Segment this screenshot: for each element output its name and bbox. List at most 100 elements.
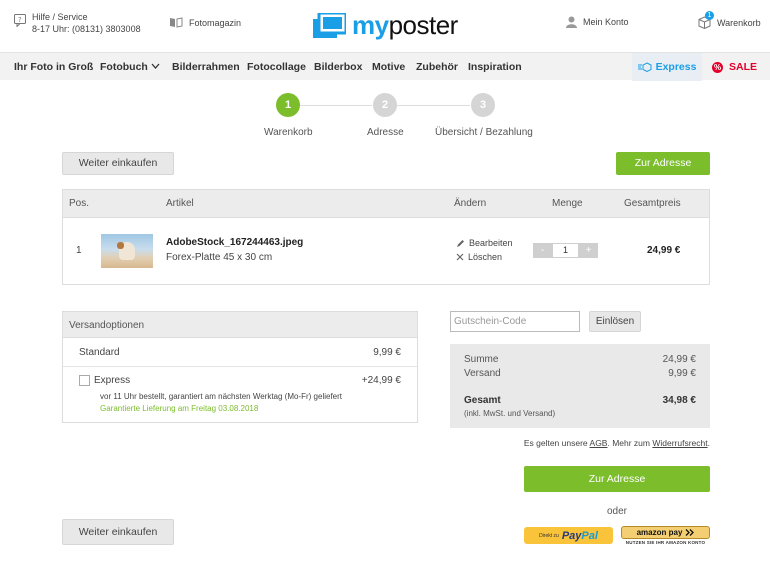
shipping-title: Versandoptionen xyxy=(63,312,417,338)
logo-text: myposter xyxy=(352,10,458,40)
step-3-label: Übersicht / Bezahlung xyxy=(435,127,533,138)
legal-note: Es gelten unsere AGB. Mehr zum Widerrufs… xyxy=(450,438,710,448)
step-1-circle: 1 xyxy=(276,93,300,117)
amazon-pay-sub: NUTZEN SIE IHR AMAZON KONTO xyxy=(625,540,706,545)
paypal-prefix: Direkt zu xyxy=(539,532,559,539)
step-2-label: Adresse xyxy=(367,127,404,138)
total-value: 34,98 € xyxy=(662,395,696,406)
double-chevron-right-icon xyxy=(685,529,695,536)
step-connector xyxy=(300,105,372,106)
paypal-button[interactable]: Direkt zu PayPal xyxy=(524,527,613,544)
help-hotline: 8-17 Uhr: (08131) 3803008 xyxy=(32,24,141,34)
row-pos: 1 xyxy=(76,245,82,256)
legal-suffix: . xyxy=(707,438,710,448)
agb-link[interactable]: AGB xyxy=(590,438,608,448)
sale-link[interactable]: % SALE xyxy=(712,61,757,73)
help-service-link[interactable]: ? Hilfe / Service 8-17 Uhr: (08131) 3803… xyxy=(14,11,141,35)
step-1-label: Warenkorb xyxy=(264,127,313,138)
cart-count-badge: 1 xyxy=(705,11,714,20)
delete-label: Löschen xyxy=(468,252,503,262)
col-pos: Pos. xyxy=(69,198,90,209)
amazon-pay-button[interactable]: amazon pay NUTZEN SIE IHR AMAZON KONTO xyxy=(621,526,710,546)
coupon-input[interactable]: Gutschein-Code xyxy=(450,311,580,332)
decrease-button[interactable]: - xyxy=(533,243,552,258)
edit-label: Bearbeiten xyxy=(469,238,513,248)
redeem-button[interactable]: Einlösen xyxy=(589,311,641,332)
express-guarantee: Garantierte Lieferung am Freitag 03.08.2… xyxy=(100,404,259,413)
nav-item-inspiration[interactable]: Inspiration xyxy=(468,61,522,73)
shipping-standard-label[interactable]: Standard xyxy=(79,347,120,358)
product-description: Forex-Platte 45 x 30 cm xyxy=(166,252,273,263)
nav-item-bilderrahmen[interactable]: Bilderrahmen xyxy=(172,61,240,73)
col-quantity: Menge xyxy=(552,198,583,209)
shipping-sum-value: 9,99 € xyxy=(668,368,696,379)
thumbnail-dog-ear xyxy=(117,242,124,249)
legal-mid: . Mehr zum xyxy=(607,438,653,448)
express-note: vor 11 Uhr bestellt, garantiert am nächs… xyxy=(100,392,343,401)
express-box-icon xyxy=(637,62,652,72)
nav-item-motive[interactable]: Motive xyxy=(372,61,405,73)
continue-shopping-button-bottom[interactable]: Weiter einkaufen xyxy=(62,519,174,545)
step-2-circle: 2 xyxy=(373,93,397,117)
cart-table-header: Pos. Artikel Ändern Menge Gesamtpreis xyxy=(63,190,709,218)
edit-link[interactable]: Bearbeiten xyxy=(456,238,513,248)
pencil-icon xyxy=(457,239,464,247)
express-link[interactable]: Express xyxy=(632,53,702,81)
sum-value: 24,99 € xyxy=(662,354,696,365)
quantity-input[interactable]: 1 xyxy=(552,243,579,258)
help-chat-icon: ? xyxy=(14,14,26,27)
close-icon xyxy=(456,253,464,261)
logo-icon xyxy=(313,12,346,38)
svg-text:?: ? xyxy=(18,16,22,24)
nav-item-bilderbox[interactable]: Bilderbox xyxy=(314,61,362,73)
col-article: Artikel xyxy=(166,198,194,209)
myposter-logo[interactable]: myposter xyxy=(313,10,458,41)
account-link[interactable]: Mein Konto xyxy=(566,16,629,28)
to-address-button-bottom[interactable]: Zur Adresse xyxy=(524,466,710,492)
shipping-standard-price: 9,99 € xyxy=(373,347,401,358)
nav-item-zubehoer[interactable]: Zubehör xyxy=(416,61,458,73)
main-nav: Ihr Foto in Groß Fotobuch Bilderrahmen F… xyxy=(0,52,770,81)
row-price: 24,99 € xyxy=(647,245,681,256)
order-summary: Summe 24,99 € Versand 9,99 € Gesamt 34,9… xyxy=(450,344,710,428)
continue-shopping-button[interactable]: Weiter einkaufen xyxy=(62,152,174,175)
col-total: Gesamtpreis xyxy=(624,198,681,209)
amazon-pay-label-wrap: amazon pay xyxy=(621,526,710,539)
shipping-express-price: +24,99 € xyxy=(361,375,401,386)
cart-label: Warenkorb xyxy=(717,17,761,28)
nav-item-foto-gross[interactable]: Ihr Foto in Groß xyxy=(14,61,93,73)
total-note: (inkl. MwSt. und Versand) xyxy=(464,409,556,418)
sum-label: Summe xyxy=(464,354,499,365)
shipping-sum-label: Versand xyxy=(464,368,501,379)
percent-icon: % xyxy=(712,61,723,73)
product-filename: AdobeStock_167244463.jpeg xyxy=(166,237,304,248)
user-icon xyxy=(566,16,577,28)
cart-link[interactable]: 1 Warenkorb xyxy=(698,11,761,29)
help-title: Hilfe / Service xyxy=(32,12,88,22)
step-connector xyxy=(397,105,470,106)
fotomagazin-link[interactable]: Fotomagazin xyxy=(169,17,241,28)
book-icon xyxy=(170,17,183,28)
chevron-down-icon xyxy=(151,63,160,69)
account-label: Mein Konto xyxy=(583,17,629,27)
step-3-circle: 3 xyxy=(471,93,495,117)
nav-item-fotocollage[interactable]: Fotocollage xyxy=(247,61,306,73)
revocation-link[interactable]: Widerrufsrecht xyxy=(652,438,707,448)
increase-button[interactable]: + xyxy=(579,243,598,258)
to-address-button-top[interactable]: Zur Adresse xyxy=(616,152,710,175)
col-change: Ändern xyxy=(454,198,487,209)
shipping-options: Versandoptionen Standard 9,99 € Express … xyxy=(62,311,418,423)
total-label: Gesamt xyxy=(464,395,501,406)
nav-item-fotobuch[interactable]: Fotobuch xyxy=(100,61,160,73)
product-thumbnail[interactable] xyxy=(101,234,153,268)
quantity-stepper: - 1 + xyxy=(533,243,598,258)
sale-label: SALE xyxy=(729,61,758,73)
divider xyxy=(63,366,417,367)
shipping-express-label[interactable]: Express xyxy=(94,375,130,386)
amazon-pay-label: amazon pay xyxy=(636,528,683,537)
express-checkbox[interactable] xyxy=(79,375,90,386)
cart-table: Pos. Artikel Ändern Menge Gesamtpreis 1 … xyxy=(62,189,710,285)
delete-link[interactable]: Löschen xyxy=(456,252,502,262)
express-label: Express xyxy=(655,61,697,73)
fotomagazin-label: Fotomagazin xyxy=(189,17,242,28)
